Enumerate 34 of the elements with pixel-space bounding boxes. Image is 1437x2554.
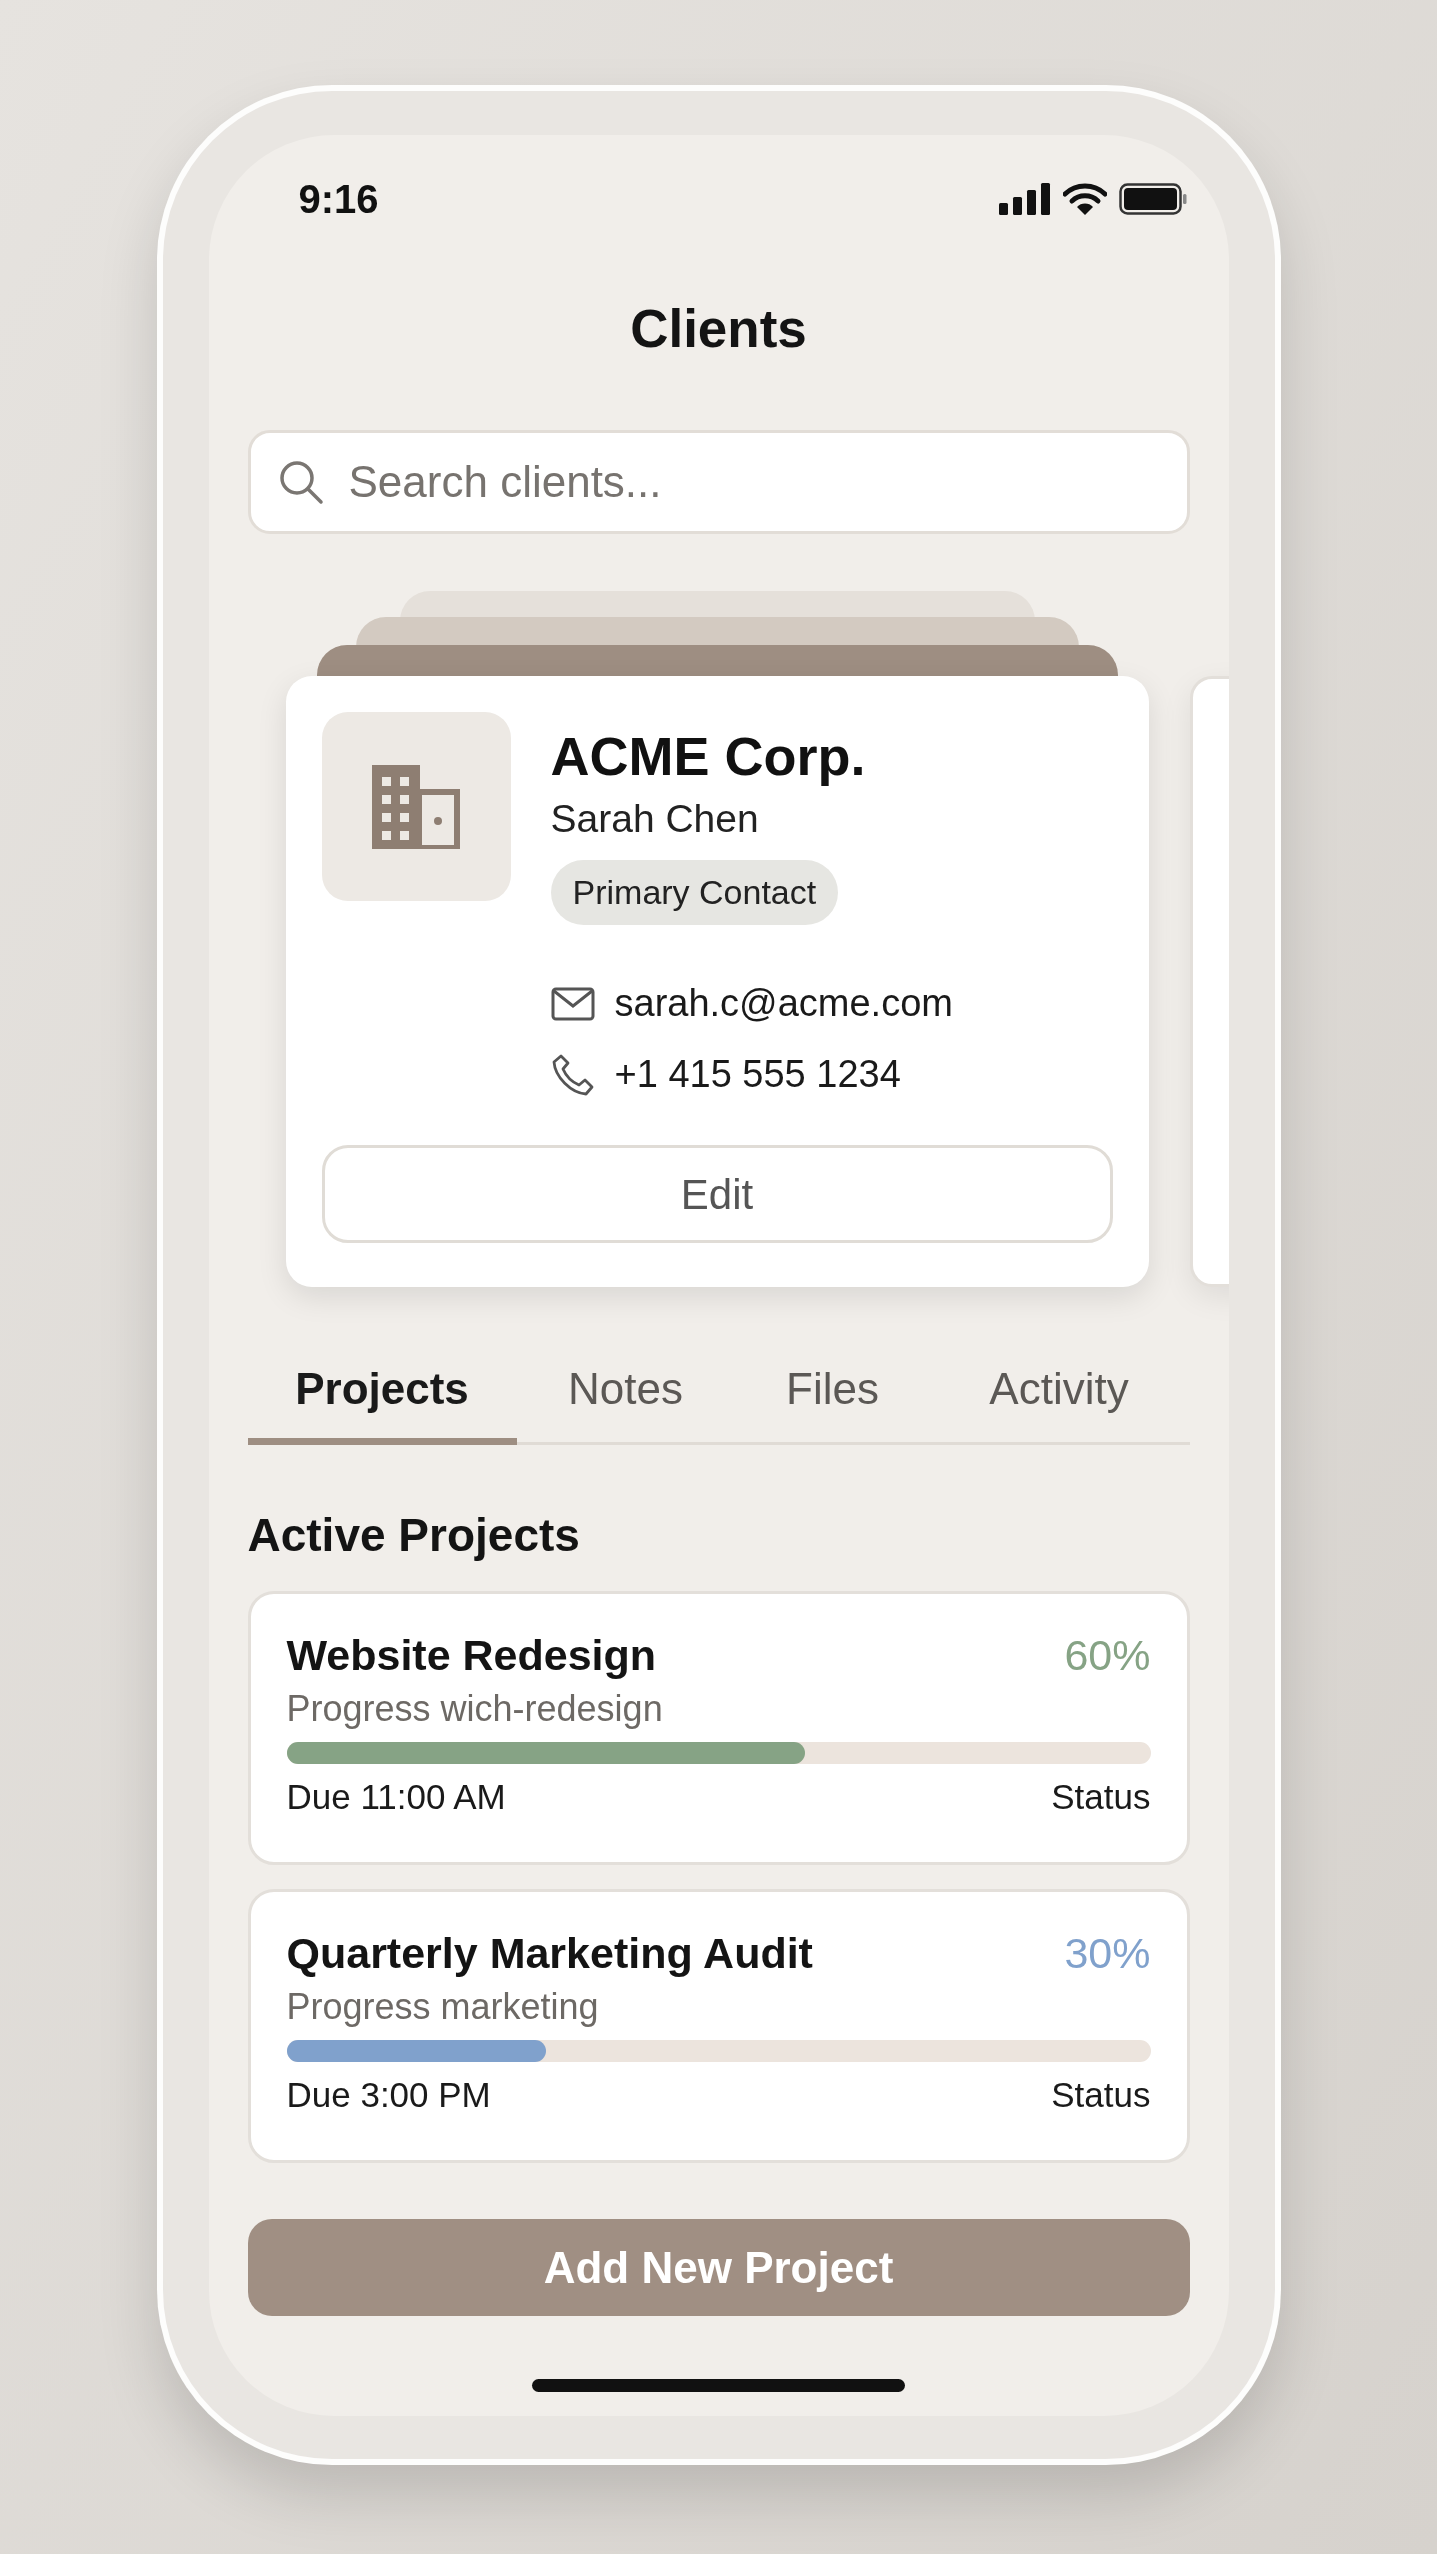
progress-percent: 30% xyxy=(1064,1928,1151,1979)
project-subtitle: Progress wich-redesign xyxy=(286,1687,664,1731)
due-time: Due 3:00 PM xyxy=(286,2074,491,2116)
project-name: Quarterly Marketing Audit xyxy=(286,1928,813,1979)
due-time: Due 11:00 AM xyxy=(286,1776,506,1818)
section-title: Active Projects xyxy=(247,1508,581,1563)
edit-button[interactable]: Edit xyxy=(321,1145,1113,1243)
project-subtitle: Progress marketing xyxy=(286,1985,600,2029)
page-title: Clients xyxy=(630,298,807,361)
battery-icon xyxy=(1118,183,1187,215)
tab[interactable]: Files xyxy=(734,1340,931,1445)
project-name: Website Redesign xyxy=(286,1630,657,1681)
company-name: ACME Corp. xyxy=(550,725,866,788)
wifi-icon xyxy=(1062,182,1107,216)
phone-icon xyxy=(550,1052,595,1097)
project-card[interactable]: Quarterly Marketing Audit 30% Progress marketing Due 3:00 PM Status xyxy=(247,1889,1190,2163)
signal-icon xyxy=(998,183,1051,215)
email-text: sarah.c@acme.com xyxy=(614,981,953,1026)
tab[interactable]: Notes xyxy=(516,1340,735,1445)
mail-icon xyxy=(550,986,595,1021)
progress-percent: 60% xyxy=(1064,1630,1151,1681)
status-time: 9:16 xyxy=(298,176,379,223)
search-field[interactable]: Search clients... xyxy=(247,430,1190,534)
contact-badge: Primary Contact xyxy=(550,860,839,925)
status-label: Status xyxy=(1051,1776,1151,1818)
phone-text: +1 415 555 1234 xyxy=(614,1052,901,1097)
contact-name: Sarah Chen xyxy=(550,796,759,842)
project-card[interactable]: Website Redesign 60% Progress wich-redesign Due 11:00 AM Status xyxy=(247,1591,1190,1865)
building-icon xyxy=(372,764,460,849)
home-indicator[interactable] xyxy=(532,2379,905,2392)
tab[interactable]: Projects xyxy=(247,1340,517,1445)
status-label: Status xyxy=(1051,2074,1151,2116)
client-card[interactable]: ACME Corp. Sarah Chen Primary Contact sarah.c@acme.com +1 415 555 1234 Edit xyxy=(285,676,1149,1287)
tab[interactable]: Activity xyxy=(930,1340,1188,1445)
